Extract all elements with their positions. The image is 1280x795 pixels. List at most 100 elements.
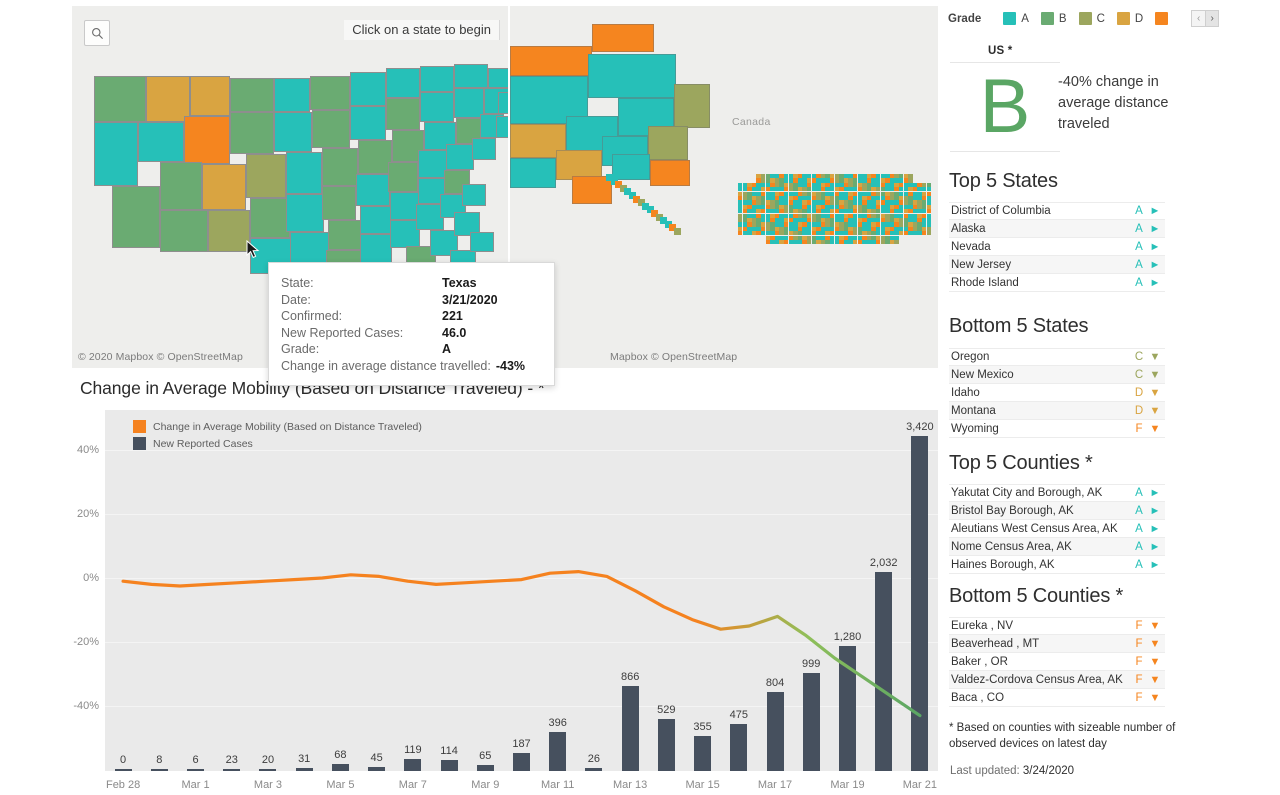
map-state-shape[interactable]	[230, 78, 274, 112]
chart-bar[interactable]	[730, 724, 748, 771]
list-item[interactable]: Nevada A ►	[949, 238, 1165, 256]
chart-bar[interactable]	[549, 732, 567, 771]
map-state-shape[interactable]	[356, 174, 390, 206]
chart-bar[interactable]	[657, 719, 675, 771]
map-state-shape[interactable]	[358, 140, 392, 174]
map-state-shape[interactable]	[386, 98, 420, 130]
map-state-shape[interactable]	[160, 162, 202, 210]
list-item[interactable]: Idaho D ▼	[949, 384, 1165, 402]
list-item[interactable]: Baca , CO F ▼	[949, 689, 1165, 707]
chart-bar[interactable]	[150, 769, 168, 771]
map-county-shape[interactable]	[674, 84, 710, 128]
chart-bar[interactable]	[259, 769, 277, 771]
map-state-shape[interactable]	[230, 112, 274, 154]
map-state-shape[interactable]	[488, 68, 508, 88]
map-state-shape[interactable]	[274, 112, 312, 152]
us-counties-map[interactable]: Canada Mexico Mapbox © OpenStreetMap	[510, 6, 938, 368]
map-state-shape[interactable]	[208, 210, 250, 252]
list-item[interactable]: Beaverhead , MT F ▼	[949, 635, 1165, 653]
map-state-shape[interactable]	[472, 138, 496, 160]
map-state-shape[interactable]	[360, 206, 392, 234]
legend-item-cases[interactable]: New Reported Cases	[133, 437, 422, 450]
chart-bar[interactable]	[476, 764, 494, 771]
list-item[interactable]: Aleutians West Census Area, AK A ►	[949, 520, 1165, 538]
legend-prev-button[interactable]: ‹	[1192, 11, 1205, 26]
list-item[interactable]: Eureka , NV F ▼	[949, 617, 1165, 635]
map-state-shape[interactable]	[360, 234, 392, 264]
map-state-shape[interactable]	[420, 66, 454, 92]
map-state-shape[interactable]	[388, 162, 418, 192]
bottom-counties-list[interactable]: Eureka , NV F ▼ Beaverhead , MT F ▼ Baker , OR…	[949, 617, 1165, 707]
map-state-shape[interactable]	[312, 110, 350, 148]
chart-bar[interactable]	[440, 759, 458, 771]
chart-bar[interactable]	[114, 769, 132, 771]
legend-item-mobility[interactable]: Change in Average Mobility (Based on Dis…	[133, 420, 422, 433]
map-state-shape[interactable]	[350, 106, 386, 140]
list-item[interactable]: Rhode Island A ►	[949, 274, 1165, 292]
map-search-button[interactable]	[84, 20, 110, 46]
map-county-shape[interactable]	[588, 54, 676, 98]
map-state-shape[interactable]	[246, 154, 286, 198]
grade-legend-item-D[interactable]: D	[1116, 12, 1143, 25]
list-item[interactable]: Wyoming F ▼	[949, 420, 1165, 438]
list-item[interactable]: Montana D ▼	[949, 402, 1165, 420]
map-state-shape[interactable]	[190, 76, 230, 116]
map-county-shape[interactable]	[510, 46, 592, 76]
map-state-shape[interactable]	[94, 122, 138, 186]
map-state-shape[interactable]	[470, 232, 494, 252]
map-state-shape[interactable]	[112, 186, 160, 248]
map-state-shape[interactable]	[250, 198, 290, 238]
map-state-shape[interactable]	[94, 76, 146, 122]
chart-bar[interactable]	[621, 686, 639, 771]
map-county-shape[interactable]	[612, 154, 650, 180]
map-state-shape[interactable]	[350, 72, 386, 106]
map-state-shape[interactable]	[286, 194, 324, 232]
map-state-shape[interactable]	[290, 232, 330, 266]
map-state-shape[interactable]	[322, 186, 356, 220]
map-state-shape[interactable]	[496, 116, 508, 138]
chart-bar[interactable]	[585, 768, 603, 771]
list-item[interactable]: Bristol Bay Borough, AK A ►	[949, 502, 1165, 520]
chart-bar[interactable]	[802, 673, 820, 771]
list-item[interactable]: Nome Census Area, AK A ►	[949, 538, 1165, 556]
chart-plot-area[interactable]: Change in Average Mobility (Based on Dis…	[73, 410, 938, 771]
chart-bar[interactable]	[368, 766, 386, 771]
chart-bar[interactable]	[766, 692, 784, 771]
list-item[interactable]: Yakutat City and Borough, AK A ►	[949, 484, 1165, 502]
grade-legend-item-A[interactable]: A	[1003, 12, 1029, 25]
chart-bar[interactable]	[875, 571, 893, 771]
list-item[interactable]: New Jersey A ►	[949, 256, 1165, 274]
map-county-shape[interactable]	[510, 158, 556, 188]
chart-bar[interactable]	[331, 764, 349, 771]
list-item[interactable]: Valdez-Cordova Census Area, AK F ▼	[949, 671, 1165, 689]
map-state-shape[interactable]	[286, 152, 322, 194]
chart-bar[interactable]	[295, 767, 313, 771]
mobility-chart[interactable]: Change in Average Mobility (Based on Dis…	[72, 410, 938, 795]
map-state-shape[interactable]	[498, 92, 508, 114]
list-item[interactable]: New Mexico C ▼	[949, 366, 1165, 384]
list-item[interactable]: District of Columbia A ►	[949, 202, 1165, 220]
map-state-shape[interactable]	[454, 64, 488, 88]
map-state-shape[interactable]	[328, 220, 362, 250]
map-state-shape[interactable]	[160, 210, 208, 252]
map-county-shape[interactable]	[650, 160, 690, 186]
map-state-shape[interactable]	[322, 148, 358, 186]
list-item[interactable]: Oregon C ▼	[949, 348, 1165, 366]
list-item[interactable]: Alaska A ►	[949, 220, 1165, 238]
grade-legend-pager[interactable]: ‹ ›	[1191, 10, 1220, 27]
top-counties-list[interactable]: Yakutat City and Borough, AK A ► Bristol Ba…	[949, 484, 1165, 574]
map-state-shape[interactable]	[274, 78, 310, 112]
chart-bar[interactable]	[513, 752, 530, 771]
grade-legend-item-f[interactable]	[1155, 12, 1173, 25]
map-state-shape[interactable]	[138, 122, 184, 162]
list-item[interactable]: Haines Borough, AK A ►	[949, 556, 1165, 574]
chart-bar[interactable]	[223, 768, 241, 771]
map-county-shape[interactable]	[648, 126, 688, 160]
map-state-shape[interactable]	[310, 76, 350, 110]
chart-bar[interactable]	[694, 736, 712, 771]
legend-next-button[interactable]: ›	[1205, 11, 1219, 26]
grade-legend-item-C[interactable]: C	[1078, 12, 1105, 25]
map-county-shape[interactable]	[592, 24, 654, 52]
list-item[interactable]: Baker , OR F ▼	[949, 653, 1165, 671]
grade-legend-items[interactable]: A B C D	[1003, 12, 1185, 25]
